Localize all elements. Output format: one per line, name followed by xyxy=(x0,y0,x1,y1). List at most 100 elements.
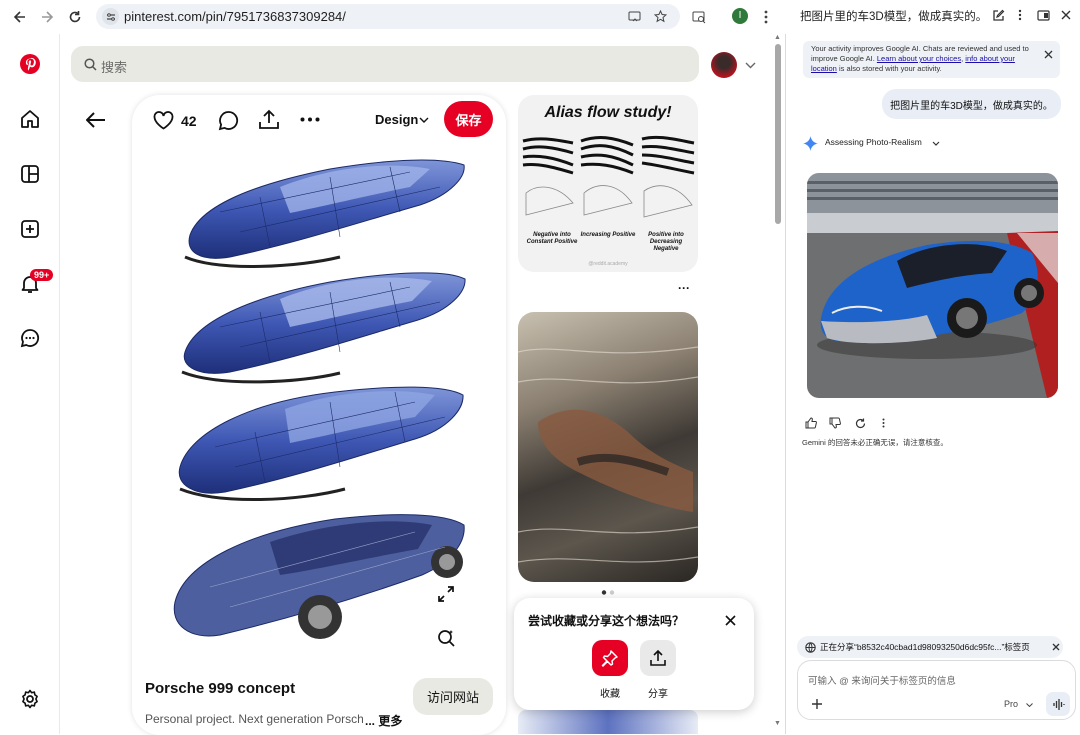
learn-choices-link[interactable]: Learn about your choices xyxy=(877,54,961,63)
popup-save-label: 收藏 xyxy=(600,689,620,700)
popup-close-icon[interactable] xyxy=(722,612,738,628)
thinking-status[interactable]: Assessing Photo-Realism xyxy=(825,137,922,147)
prompt-placeholder: 可输入 @ 来询问关于标签页的信息 xyxy=(808,676,956,687)
model-chevron-down-icon[interactable] xyxy=(1024,701,1034,709)
zebra-study-illustration xyxy=(522,135,695,218)
thumbs-up-icon[interactable] xyxy=(804,416,818,430)
car-model-2 xyxy=(181,272,466,384)
gemini-side-panel: 把图片里的车3D模型，做成真实的。 Your activity improves… xyxy=(787,0,1080,734)
address-bar[interactable]: pinterest.com/pin/7951736837309284/ xyxy=(96,4,680,29)
related-pin-water-photo[interactable] xyxy=(518,312,698,582)
sharing-tab-text: 正在分享“b8532c40cbad1d98093250d6dc95fc...”标… xyxy=(820,642,1030,652)
tab-sharing-chip: 正在分享“b8532c40cbad1d98093250d6dc95fc...”标… xyxy=(797,636,1063,658)
thumbs-down-icon[interactable] xyxy=(828,416,842,430)
alias-watermark: @reddit.academy xyxy=(588,261,628,267)
generated-car-image[interactable] xyxy=(807,173,1058,398)
pin-icon xyxy=(601,650,618,667)
create-icon[interactable] xyxy=(19,218,41,240)
site-info-icon[interactable] xyxy=(102,8,119,25)
like-heart-icon[interactable] xyxy=(151,109,175,131)
gemini-sparkle-icon xyxy=(802,135,818,151)
user-avatar[interactable] xyxy=(711,52,737,78)
pinterest-search-input[interactable]: 搜索 xyxy=(71,46,699,82)
home-icon[interactable] xyxy=(19,108,41,130)
response-more-icon[interactable] xyxy=(878,416,888,430)
share-upload-icon[interactable] xyxy=(256,107,282,131)
popup-save-button[interactable] xyxy=(592,640,628,676)
pin-title: Porsche 999 concept xyxy=(145,680,296,697)
alias-caption-1: Negative into Constant Positive xyxy=(526,232,578,245)
carousel-dots-indicator xyxy=(598,588,618,596)
explore-icon[interactable] xyxy=(19,163,41,185)
browser-menu-icon[interactable] xyxy=(758,8,774,26)
scrollbar-thumb[interactable] xyxy=(775,44,781,224)
visit-site-button[interactable]: 访问网站 xyxy=(413,678,493,715)
search-tabs-icon[interactable] xyxy=(690,8,708,26)
panel-close-icon[interactable] xyxy=(1059,7,1073,23)
alias-caption-3: Positive into Decreasing Negative xyxy=(648,232,684,252)
browser-window: pinterest.com/pin/7951736837309284/ I 99… xyxy=(0,0,786,735)
profile-avatar[interactable]: I xyxy=(732,8,748,24)
gemini-chat-title: 把图片里的车3D模型，做成真实的。 xyxy=(800,11,988,23)
pin-back-arrow-icon[interactable] xyxy=(84,108,108,132)
more-link[interactable]: ... 更多 xyxy=(363,712,403,729)
popup-question: 尝试收藏或分享这个想法吗？ xyxy=(528,614,685,628)
forward-arrow-icon[interactable] xyxy=(36,6,58,28)
comment-icon[interactable] xyxy=(216,108,240,132)
search-icon xyxy=(83,57,97,71)
user-message-bubble: 把图片里的车3D模型，做成真实的。 xyxy=(882,89,1061,119)
page-scrollbar[interactable]: ▲ ▼ xyxy=(772,34,784,734)
share-icon xyxy=(650,649,666,666)
voice-input-icon[interactable] xyxy=(1046,692,1070,716)
pinterest-sidebar: 99+ xyxy=(0,34,60,734)
cast-icon[interactable] xyxy=(626,8,643,25)
regenerate-icon[interactable] xyxy=(853,416,867,430)
board-chevron-down-icon[interactable] xyxy=(418,115,430,125)
gemini-prompt-input[interactable]: 可输入 @ 来询问关于标签页的信息 Pro xyxy=(797,660,1076,720)
bookmark-star-icon[interactable] xyxy=(652,8,669,25)
like-count: 42 xyxy=(181,113,197,129)
more-options-icon[interactable] xyxy=(298,108,322,130)
browser-toolbar: pinterest.com/pin/7951736837309284/ I xyxy=(0,0,786,34)
alias-caption-2: Increasing Positive xyxy=(580,232,636,238)
save-share-prompt-popup: 尝试收藏或分享这个想法吗？ 收藏 分享 xyxy=(514,598,754,710)
board-selector[interactable]: Design xyxy=(375,112,418,127)
thinking-chevron-down-icon[interactable] xyxy=(931,138,941,148)
gemini-menu-icon[interactable] xyxy=(1014,7,1026,23)
model-selector[interactable]: Pro xyxy=(1004,699,1018,709)
scroll-down-arrow-icon[interactable]: ▼ xyxy=(774,720,781,727)
car-model-4 xyxy=(173,514,465,639)
account-chevron-down-icon[interactable] xyxy=(743,58,757,72)
water-photo-image xyxy=(518,346,698,563)
globe-icon xyxy=(804,641,816,653)
related-pin-car-partial[interactable] xyxy=(518,710,698,734)
save-button[interactable]: 保存 xyxy=(444,101,493,137)
new-chat-edit-icon[interactable] xyxy=(990,7,1006,23)
messages-icon[interactable] xyxy=(19,327,41,349)
car-model-1 xyxy=(184,159,465,268)
popup-share-button[interactable] xyxy=(640,640,676,676)
notice-close-icon[interactable] xyxy=(1042,48,1054,60)
back-arrow-icon[interactable] xyxy=(9,6,31,28)
url-text: pinterest.com/pin/7951736837309284/ xyxy=(124,9,346,24)
visual-search-icon[interactable] xyxy=(431,623,461,653)
open-in-tab-icon[interactable] xyxy=(1035,7,1051,23)
gemini-disclaimer: Gemini 的回答未必正确无误，请注意核查。 xyxy=(802,438,948,447)
car-model-3 xyxy=(178,386,464,501)
activity-notice: Your activity improves Google AI. Chats … xyxy=(803,41,1060,78)
pin-closeup-card: 42 Design 保存 Porsche 999 concept Persona… xyxy=(132,95,506,735)
notification-badge: 99+ xyxy=(30,269,54,281)
pin-description: Personal project. Next generation Porsch… xyxy=(145,712,365,726)
notice-suffix: is also stored with your activity. xyxy=(836,64,942,73)
add-plus-icon[interactable] xyxy=(810,697,824,711)
alias-pin-title: Alias flow study! xyxy=(544,104,672,121)
scroll-up-arrow-icon[interactable]: ▲ xyxy=(774,34,781,41)
expand-icon[interactable] xyxy=(431,579,461,609)
related-pin-more-icon[interactable]: ··· xyxy=(678,281,690,295)
search-placeholder: 搜索 xyxy=(101,60,128,75)
pinterest-logo-icon[interactable] xyxy=(19,53,41,75)
reload-icon[interactable] xyxy=(64,6,86,28)
stop-sharing-close-icon[interactable] xyxy=(1050,641,1062,653)
settings-gear-icon[interactable] xyxy=(19,688,41,710)
related-pin-alias-flow-study[interactable]: Alias flow study! Negative into Constant… xyxy=(518,95,698,272)
